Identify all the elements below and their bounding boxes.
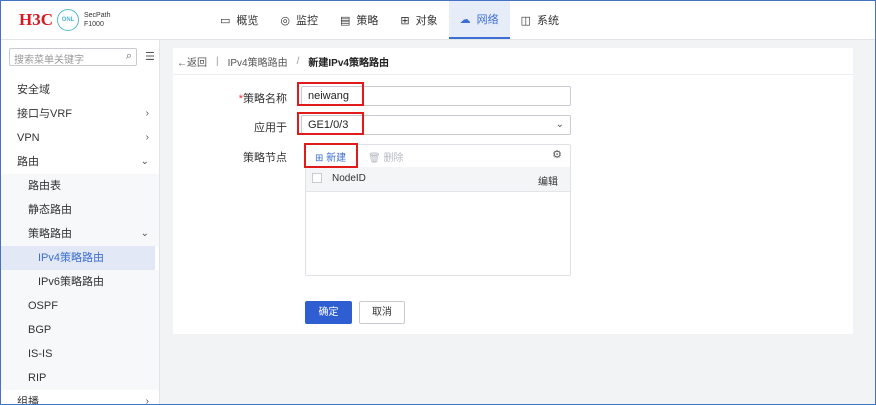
cancel-button[interactable]: 取消 [359, 301, 405, 324]
nav-monitor[interactable]: ◎ 监控 [269, 1, 329, 39]
chevron-right-icon: › [145, 396, 149, 405]
sidebar-item-label: IPv4策略路由 [38, 252, 105, 264]
brand-logo: H3C ONL SecPath F1000 [19, 9, 110, 31]
sidebar-item-ipv4-policy-route[interactable]: IPv4策略路由 [1, 246, 155, 270]
sidebar-item-label: 安全域 [17, 84, 50, 96]
logo-badge: ONL [57, 9, 79, 31]
sidebar-item-label: 路由 [17, 156, 39, 168]
search-icon: ⌕ [125, 50, 132, 62]
clipboard-icon: ▤ [340, 14, 351, 27]
sidebar-item-ospf[interactable]: OSPF [1, 294, 159, 318]
delete-node-label: 删除 [383, 153, 404, 164]
sidebar-item-label: IPv6策略路由 [38, 276, 105, 288]
sidebar-item-ipv6-policy-route[interactable]: IPv6策略路由 [1, 270, 159, 294]
main-nav: ▭ 概览 ◎ 监控 ▤ 策略 ⊞ 对象 ☁ 网络 ◫ 系统 [209, 1, 570, 39]
node-table-header: NodeID 编辑 [306, 167, 570, 192]
sidebar-item-static-route[interactable]: 静态路由 [1, 198, 159, 222]
search-placeholder: 搜索菜单关键字 [14, 55, 84, 66]
delete-node-button[interactable]: 🗑 删除 [368, 149, 403, 164]
breadcrumb: ←返回 | IPv4策略路由 / 新建IPv4策略路由 [173, 48, 853, 75]
breadcrumb-current: 新建IPv4策略路由 [308, 57, 389, 69]
sidebar-item-label: OSPF [28, 300, 58, 312]
sidebar-item-interface-vrf[interactable]: 接口与VRF › [1, 102, 159, 126]
highlight-apply-to [297, 112, 364, 135]
confirm-button[interactable]: 确定 [305, 301, 352, 324]
sidebar-item-routing[interactable]: 路由 ⌄ [1, 150, 159, 174]
back-label: 返回 [187, 57, 207, 69]
breadcrumb-divider: | [216, 55, 219, 67]
apply-to-label: 应用于 [254, 122, 287, 134]
nav-label: 对象 [415, 15, 438, 27]
sidebar-item-label: VPN [17, 132, 40, 144]
system-icon: ◫ [520, 14, 532, 27]
sidebar-item-label: 策略路由 [28, 228, 72, 240]
top-header: H3C ONL SecPath F1000 ▭ 概览 ◎ 监控 ▤ 策略 ⊞ 对… [1, 1, 875, 40]
product-line-1: SecPath [84, 12, 111, 19]
app-window: H3C ONL SecPath F1000 ▭ 概览 ◎ 监控 ▤ 策略 ⊞ 对… [0, 0, 876, 405]
policy-name-label: *策略名称 [207, 90, 287, 106]
nav-policy[interactable]: ▤ 策略 [329, 1, 389, 39]
logo-text: H3C [19, 10, 53, 29]
sidebar-item-label: 组播 [17, 396, 39, 405]
sidebar-item-bgp[interactable]: BGP [1, 318, 159, 342]
nav-overview[interactable]: ▭ 概览 [209, 1, 269, 39]
nav-label: 监控 [296, 15, 319, 27]
chevron-right-icon: › [145, 132, 149, 143]
sidebar-item-label: RIP [28, 372, 47, 384]
arrow-left-icon: ← [177, 57, 187, 69]
gear-icon[interactable]: ⚙ [552, 148, 562, 161]
nav-object[interactable]: ⊞ 对象 [389, 1, 448, 39]
search-input[interactable]: 搜索菜单关键字 ⌕ [9, 48, 137, 66]
col-nodeid: NodeID [332, 173, 366, 184]
sidebar-item-policy-route[interactable]: 策略路由 ⌄ [1, 222, 159, 246]
nav-label: 概览 [236, 15, 259, 27]
grid-icon: ⊞ [400, 14, 410, 27]
trash-icon: 🗑 [368, 153, 381, 164]
highlight-policy-name [297, 82, 364, 106]
sidebar-item-route-table[interactable]: 路由表 [1, 174, 159, 198]
chevron-right-icon: › [145, 108, 149, 119]
chevron-down-icon: ⌄ [140, 156, 149, 167]
nav-label: 策略 [356, 15, 379, 27]
nav-label: 网络 [476, 14, 499, 26]
cloud-network-icon: ☁ [459, 13, 471, 26]
breadcrumb-parent[interactable]: IPv4策略路由 [228, 54, 288, 69]
col-edit: 编辑 [538, 177, 558, 188]
sidebar-item-label: 路由表 [28, 180, 61, 192]
policy-node-label: 策略节点 [243, 152, 287, 164]
chevron-down-icon: ⌄ [555, 119, 564, 130]
nav-system[interactable]: ◫ 系统 [510, 1, 570, 39]
sidebar-item-label: BGP [28, 324, 52, 336]
location-pin-icon: ◎ [280, 14, 291, 27]
sidebar-item-label: 静态路由 [28, 204, 72, 216]
sidebar: 搜索菜单关键字 ⌕ ☰ 安全域 接口与VRF › VPN › 路由 ⌄ 路由表 静态路… [1, 40, 160, 405]
sidebar-item-label: IS-IS [28, 348, 53, 360]
main-content: ←返回 | IPv4策略路由 / 新建IPv4策略路由 *策略名称 neiwan… [173, 48, 853, 334]
sidebar-item-label: 接口与VRF [17, 108, 72, 120]
back-link[interactable]: ←返回 [177, 54, 207, 69]
chevron-down-icon: ⌄ [140, 228, 149, 239]
nav-network[interactable]: ☁ 网络 [448, 1, 510, 39]
select-all-checkbox[interactable] [312, 173, 322, 183]
monitor-icon: ▭ [220, 14, 231, 27]
sidebar-item-rip[interactable]: RIP [1, 366, 159, 390]
sidebar-item-security-zone[interactable]: 安全域 [1, 78, 159, 102]
product-name: SecPath F1000 [84, 11, 110, 29]
sidebar-item-isis[interactable]: IS-IS [1, 342, 159, 366]
policy-name-label-text: 策略名称 [243, 93, 287, 105]
collapse-menu-icon[interactable]: ☰ [145, 50, 155, 63]
sidebar-menu: 安全域 接口与VRF › VPN › 路由 ⌄ 路由表 静态路由 策略路由 ⌄ IPv4… [1, 78, 159, 405]
nav-label: 系统 [537, 15, 560, 27]
highlight-new-node [304, 143, 358, 168]
breadcrumb-separator: / [296, 55, 300, 67]
product-line-2: F1000 [84, 21, 104, 28]
sidebar-item-vpn[interactable]: VPN › [1, 126, 159, 150]
sidebar-item-multicast[interactable]: 组播 › [1, 390, 159, 405]
